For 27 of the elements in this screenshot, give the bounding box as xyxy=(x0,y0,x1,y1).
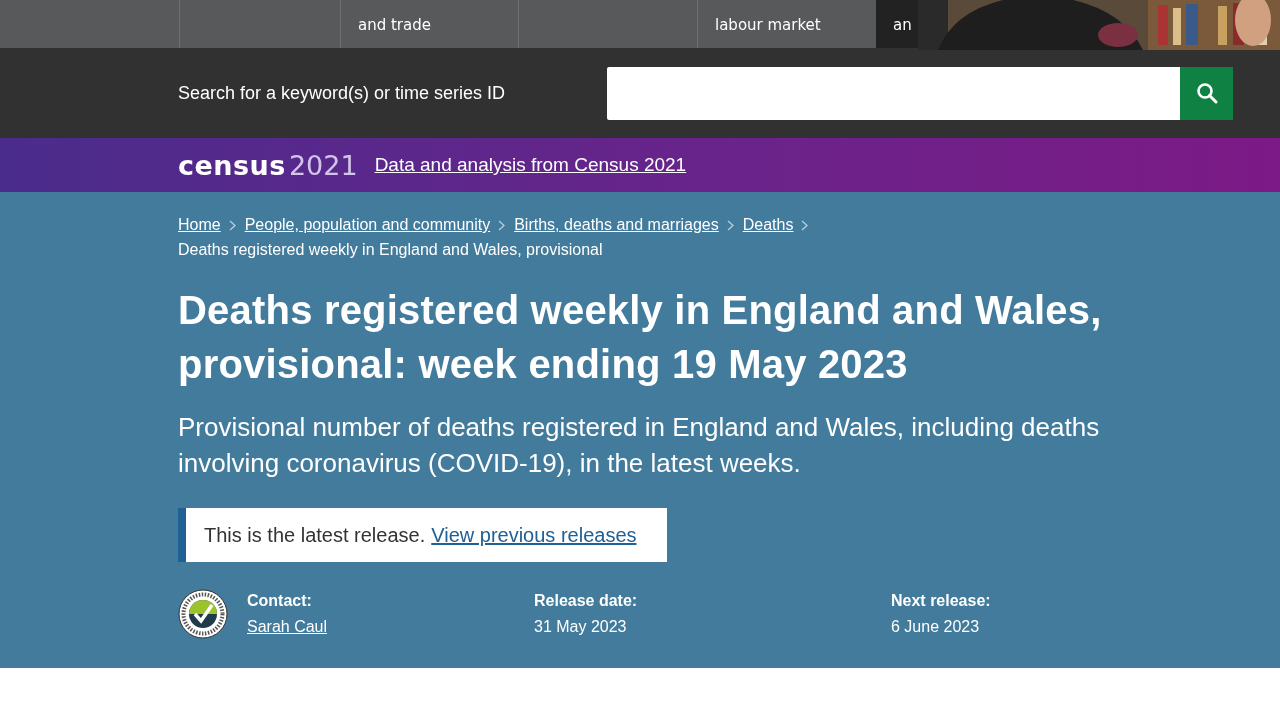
page-summary: Provisional number of deaths registered in England and Wales, including deaths involving coronavirus (COVID-19), in the latest weeks. xyxy=(178,411,1101,480)
notice-text: This is the latest release. xyxy=(204,523,426,547)
meta-label: Contact: xyxy=(247,592,313,610)
chevron-icon xyxy=(498,219,506,231)
contact-link[interactable]: Sarah Caul xyxy=(247,618,534,636)
chevron-icon xyxy=(726,219,734,231)
breadcrumb-link[interactable]: Births, deaths and marriages xyxy=(514,216,719,234)
breadcrumb-link[interactable]: Deaths xyxy=(742,216,794,234)
census-link[interactable]: Data and analysis from Census 2021 xyxy=(374,154,687,176)
previous-releases-link[interactable]: View previous releases xyxy=(431,523,637,547)
breadcrumb-link[interactable]: Home xyxy=(178,216,221,234)
meta-label: Next release: xyxy=(891,592,991,610)
meta-value: 6 June 2023 xyxy=(891,618,981,636)
meta-label: Release date: xyxy=(534,592,639,610)
breadcrumb-link[interactable]: People, population and community xyxy=(244,216,491,234)
nav-tab[interactable]: an xyxy=(876,0,918,48)
chevron-icon xyxy=(228,219,236,231)
page-title: Deaths registered weekly in England and Wales, provisional: week ending 19 May 2023 xyxy=(178,287,1103,388)
search-icon xyxy=(1195,82,1218,104)
chevron-icon xyxy=(801,219,809,231)
search-button[interactable] xyxy=(1180,66,1233,120)
census-logo[interactable]: census 2021 xyxy=(178,149,358,181)
search-field[interactable] xyxy=(607,66,1180,120)
national-statistics-badge-icon xyxy=(178,589,228,639)
breadcrumb-current: Deaths registered weekly in England and Wales, provisional xyxy=(178,241,604,259)
meta-value: 31 May 2023 xyxy=(534,618,628,636)
search-label: Search for a keyword(s) or time series ID xyxy=(178,82,507,104)
